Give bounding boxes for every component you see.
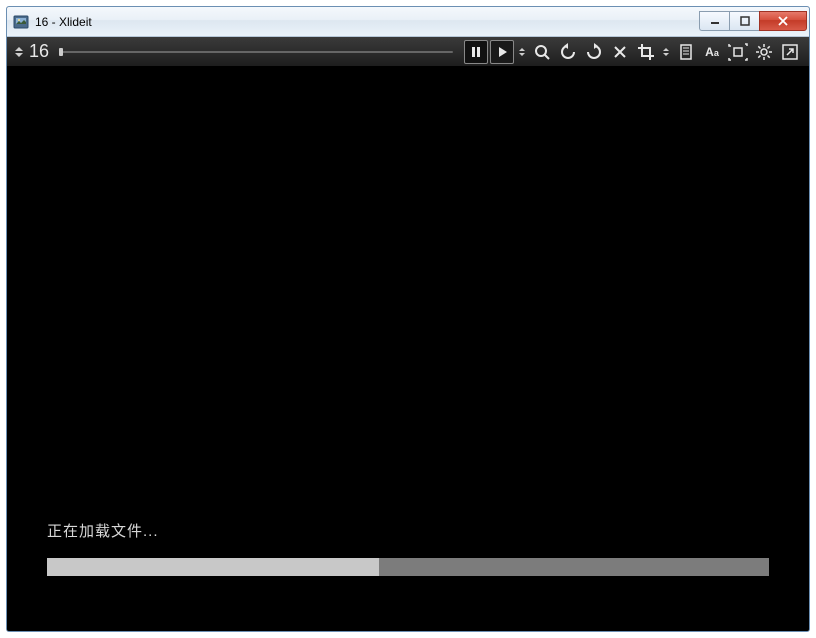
text-button[interactable]: Aa xyxy=(700,40,724,64)
stepper-up-icon xyxy=(15,47,23,51)
delete-button[interactable] xyxy=(608,40,632,64)
settings-button[interactable] xyxy=(752,40,776,64)
stepper-down-icon xyxy=(15,53,23,57)
chevron-down-icon xyxy=(663,53,669,56)
play-button[interactable] xyxy=(490,40,514,64)
document-button[interactable] xyxy=(674,40,698,64)
zoom-button[interactable] xyxy=(530,40,554,64)
app-window: 16 - Xlideit 16 xyxy=(0,0,816,638)
toolbar: 16 xyxy=(7,37,809,67)
text-icon: Aa xyxy=(705,45,719,59)
rotate-ccw-button[interactable] xyxy=(556,40,580,64)
chevron-down-icon xyxy=(519,53,525,56)
crop-button[interactable] xyxy=(634,40,658,64)
loading-progress-fill xyxy=(47,558,379,576)
sort-stepper[interactable] xyxy=(661,41,671,63)
file-stepper[interactable] xyxy=(13,41,25,63)
loading-progress xyxy=(47,558,769,576)
chevron-up-icon xyxy=(519,48,525,51)
file-number: 16 xyxy=(29,41,49,62)
rotate-cw-button[interactable] xyxy=(582,40,606,64)
open-external-button[interactable] xyxy=(778,40,802,64)
seek-thumb[interactable] xyxy=(59,48,63,56)
minimize-button[interactable] xyxy=(699,11,729,31)
viewport[interactable]: 正在加载文件... xyxy=(7,67,809,631)
window-controls xyxy=(699,11,807,31)
pause-button[interactable] xyxy=(464,40,488,64)
chevron-up-icon xyxy=(663,48,669,51)
fit-screen-button[interactable] xyxy=(726,40,750,64)
close-button[interactable] xyxy=(759,11,807,31)
loading-label: 正在加载文件... xyxy=(47,520,159,541)
zoom-stepper[interactable] xyxy=(517,41,527,63)
window-title: 16 - Xlideit xyxy=(35,15,92,29)
titlebar[interactable]: 16 - Xlideit xyxy=(7,7,809,37)
maximize-button[interactable] xyxy=(729,11,759,31)
window-frame: 16 - Xlideit 16 xyxy=(6,6,810,632)
seek-slider[interactable] xyxy=(59,51,453,53)
app-icon xyxy=(13,14,29,30)
